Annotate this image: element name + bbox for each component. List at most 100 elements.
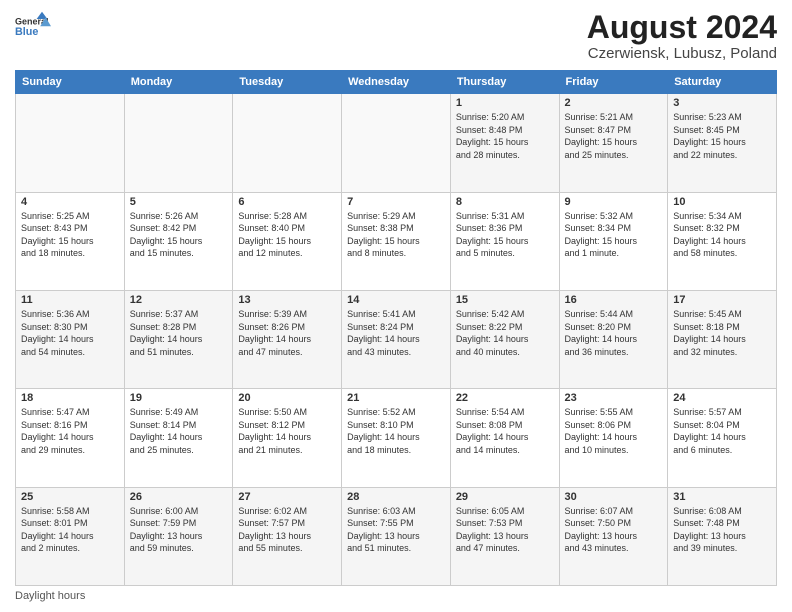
day-number: 27	[238, 491, 336, 503]
day-info: Sunrise: 6:07 AM Sunset: 7:50 PM Dayligh…	[565, 505, 663, 555]
day-cell: 9 Sunrise: 5:32 AM Sunset: 8:34 PM Daylig…	[559, 192, 668, 290]
day-number: 3	[673, 97, 771, 109]
calendar-body: 1Sunrise: 5:20 AM Sunset: 8:48 PM Daylig…	[16, 94, 777, 586]
day-info: Sunrise: 5:32 AM Sunset: 8:34 PM Dayligh…	[565, 210, 663, 260]
calendar-table: SundayMondayTuesdayWednesdayThursdayFrid…	[15, 70, 777, 586]
day-info: Sunrise: 5:42 AM Sunset: 8:22 PM Dayligh…	[456, 308, 554, 358]
day-number: 29	[456, 491, 554, 503]
day-info: Sunrise: 5:39 AM Sunset: 8:26 PM Dayligh…	[238, 308, 336, 358]
day-number: 6	[238, 196, 336, 208]
day-cell: 27 Sunrise: 6:02 AM Sunset: 7:57 PM Dayli…	[233, 487, 342, 585]
day-number: 1	[456, 97, 554, 109]
calendar: SundayMondayTuesdayWednesdayThursdayFrid…	[15, 70, 777, 586]
day-number: 30	[565, 491, 663, 503]
day-info: Sunrise: 5:55 AM Sunset: 8:06 PM Dayligh…	[565, 406, 663, 456]
day-number: 22	[456, 392, 554, 404]
title-block: August 2024 Czerwiensk, Lubusz, Poland	[587, 10, 777, 62]
day-info: Sunrise: 5:37 AM Sunset: 8:28 PM Dayligh…	[130, 308, 228, 358]
day-cell: 20 Sunrise: 5:50 AM Sunset: 8:12 PM Dayli…	[233, 389, 342, 487]
day-cell: 23 Sunrise: 5:55 AM Sunset: 8:06 PM Dayli…	[559, 389, 668, 487]
day-cell: 12Sunrise: 5:37 AM Sunset: 8:28 PM Dayli…	[124, 290, 233, 388]
logo-icon: GeneralBlue	[15, 10, 51, 46]
day-info: Sunrise: 6:02 AM Sunset: 7:57 PM Dayligh…	[238, 505, 336, 555]
day-info: Sunrise: 5:45 AM Sunset: 8:18 PM Dayligh…	[673, 308, 771, 358]
header-cell-sunday: Sunday	[16, 71, 125, 94]
day-cell: 24Sunrise: 5:57 AM Sunset: 8:04 PM Dayli…	[668, 389, 777, 487]
day-info: Sunrise: 5:44 AM Sunset: 8:20 PM Dayligh…	[565, 308, 663, 358]
day-number: 9	[565, 196, 663, 208]
day-number: 18	[21, 392, 119, 404]
day-info: Sunrise: 5:50 AM Sunset: 8:12 PM Dayligh…	[238, 406, 336, 456]
header: GeneralBlue August 2024 Czerwiensk, Lubu…	[15, 10, 777, 62]
day-cell: 28 Sunrise: 6:03 AM Sunset: 7:55 PM Dayli…	[342, 487, 451, 585]
day-cell	[124, 94, 233, 192]
day-info: Sunrise: 5:52 AM Sunset: 8:10 PM Dayligh…	[347, 406, 445, 456]
day-cell: 7 Sunrise: 5:29 AM Sunset: 8:38 PM Daylig…	[342, 192, 451, 290]
day-cell: 4 Sunrise: 5:25 AM Sunset: 8:43 PM Daylig…	[16, 192, 125, 290]
day-info: Sunrise: 5:58 AM Sunset: 8:01 PM Dayligh…	[21, 505, 119, 555]
week-row-0: 1Sunrise: 5:20 AM Sunset: 8:48 PM Daylig…	[16, 94, 777, 192]
header-cell-wednesday: Wednesday	[342, 71, 451, 94]
day-number: 5	[130, 196, 228, 208]
day-number: 14	[347, 294, 445, 306]
day-number: 21	[347, 392, 445, 404]
day-cell: 26 Sunrise: 6:00 AM Sunset: 7:59 PM Dayli…	[124, 487, 233, 585]
day-info: Sunrise: 6:03 AM Sunset: 7:55 PM Dayligh…	[347, 505, 445, 555]
day-cell: 16Sunrise: 5:44 AM Sunset: 8:20 PM Dayli…	[559, 290, 668, 388]
week-row-4: 25Sunrise: 5:58 AM Sunset: 8:01 PM Dayli…	[16, 487, 777, 585]
week-row-3: 18Sunrise: 5:47 AM Sunset: 8:16 PM Dayli…	[16, 389, 777, 487]
day-cell: 5 Sunrise: 5:26 AM Sunset: 8:42 PM Daylig…	[124, 192, 233, 290]
day-number: 20	[238, 392, 336, 404]
day-info: Sunrise: 5:25 AM Sunset: 8:43 PM Dayligh…	[21, 210, 119, 260]
day-info: Sunrise: 5:34 AM Sunset: 8:32 PM Dayligh…	[673, 210, 771, 260]
day-cell: 6 Sunrise: 5:28 AM Sunset: 8:40 PM Daylig…	[233, 192, 342, 290]
day-info: Sunrise: 5:31 AM Sunset: 8:36 PM Dayligh…	[456, 210, 554, 260]
day-number: 7	[347, 196, 445, 208]
day-cell: 10 Sunrise: 5:34 AM Sunset: 8:32 PM Dayli…	[668, 192, 777, 290]
day-cell: 3 Sunrise: 5:23 AM Sunset: 8:45 PM Daylig…	[668, 94, 777, 192]
logo: GeneralBlue	[15, 10, 51, 46]
day-cell	[342, 94, 451, 192]
day-info: Sunrise: 5:49 AM Sunset: 8:14 PM Dayligh…	[130, 406, 228, 456]
day-info: Sunrise: 5:26 AM Sunset: 8:42 PM Dayligh…	[130, 210, 228, 260]
page-subtitle: Czerwiensk, Lubusz, Poland	[587, 45, 777, 62]
day-number: 10	[673, 196, 771, 208]
day-cell	[16, 94, 125, 192]
day-cell: 30 Sunrise: 6:07 AM Sunset: 7:50 PM Dayli…	[559, 487, 668, 585]
day-number: 23	[565, 392, 663, 404]
day-number: 2	[565, 97, 663, 109]
day-info: Sunrise: 5:41 AM Sunset: 8:24 PM Dayligh…	[347, 308, 445, 358]
calendar-header: SundayMondayTuesdayWednesdayThursdayFrid…	[16, 71, 777, 94]
day-cell: 19Sunrise: 5:49 AM Sunset: 8:14 PM Dayli…	[124, 389, 233, 487]
day-cell: 11 Sunrise: 5:36 AM Sunset: 8:30 PM Dayli…	[16, 290, 125, 388]
day-number: 11	[21, 294, 119, 306]
page: GeneralBlue August 2024 Czerwiensk, Lubu…	[0, 0, 792, 612]
day-info: Sunrise: 5:36 AM Sunset: 8:30 PM Dayligh…	[21, 308, 119, 358]
day-info: Sunrise: 6:00 AM Sunset: 7:59 PM Dayligh…	[130, 505, 228, 555]
day-cell: 14 Sunrise: 5:41 AM Sunset: 8:24 PM Dayli…	[342, 290, 451, 388]
day-info: Sunrise: 5:21 AM Sunset: 8:47 PM Dayligh…	[565, 111, 663, 161]
day-cell: 25Sunrise: 5:58 AM Sunset: 8:01 PM Dayli…	[16, 487, 125, 585]
day-number: 24	[673, 392, 771, 404]
day-cell: 8 Sunrise: 5:31 AM Sunset: 8:36 PM Daylig…	[450, 192, 559, 290]
day-cell: 13Sunrise: 5:39 AM Sunset: 8:26 PM Dayli…	[233, 290, 342, 388]
day-cell: 2 Sunrise: 5:21 AM Sunset: 8:47 PM Daylig…	[559, 94, 668, 192]
page-title: August 2024	[587, 10, 777, 45]
svg-text:Blue: Blue	[15, 26, 38, 38]
day-number: 8	[456, 196, 554, 208]
header-row: SundayMondayTuesdayWednesdayThursdayFrid…	[16, 71, 777, 94]
header-cell-monday: Monday	[124, 71, 233, 94]
day-number: 28	[347, 491, 445, 503]
day-info: Sunrise: 5:23 AM Sunset: 8:45 PM Dayligh…	[673, 111, 771, 161]
day-info: Sunrise: 5:29 AM Sunset: 8:38 PM Dayligh…	[347, 210, 445, 260]
day-info: Sunrise: 5:28 AM Sunset: 8:40 PM Dayligh…	[238, 210, 336, 260]
day-number: 4	[21, 196, 119, 208]
day-cell: 29 Sunrise: 6:05 AM Sunset: 7:53 PM Dayli…	[450, 487, 559, 585]
day-number: 26	[130, 491, 228, 503]
day-cell: 17 Sunrise: 5:45 AM Sunset: 8:18 PM Dayli…	[668, 290, 777, 388]
day-cell: 18Sunrise: 5:47 AM Sunset: 8:16 PM Dayli…	[16, 389, 125, 487]
day-number: 17	[673, 294, 771, 306]
day-info: Sunrise: 6:05 AM Sunset: 7:53 PM Dayligh…	[456, 505, 554, 555]
header-cell-saturday: Saturday	[668, 71, 777, 94]
day-cell: 31Sunrise: 6:08 AM Sunset: 7:48 PM Dayli…	[668, 487, 777, 585]
